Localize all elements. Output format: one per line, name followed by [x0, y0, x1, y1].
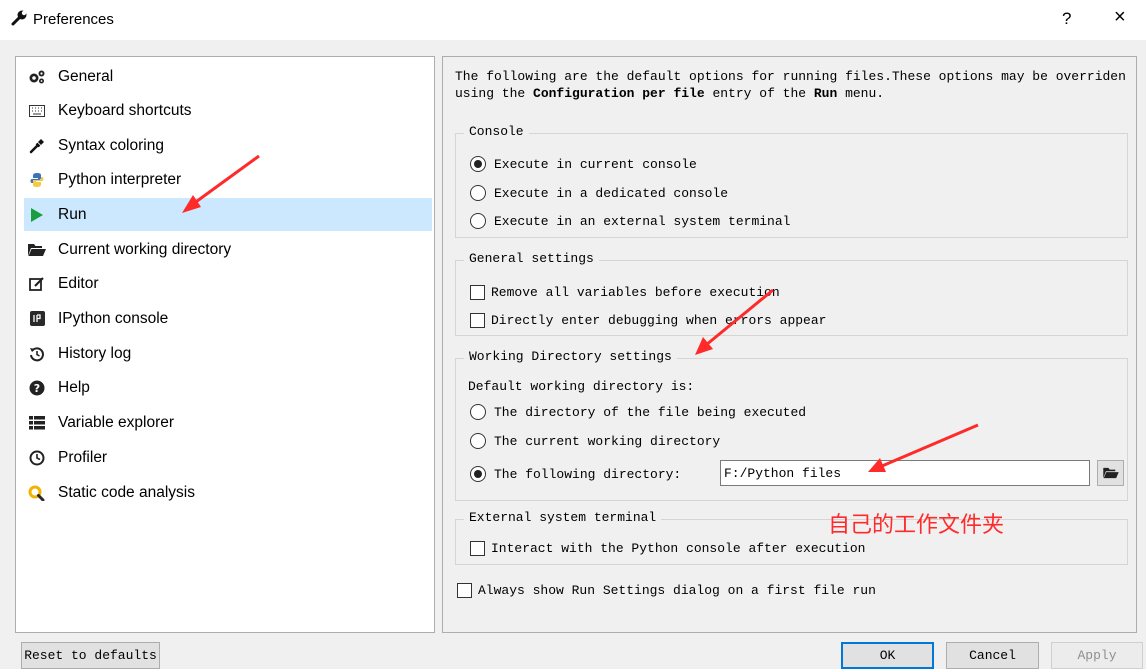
- svg-text:?: ?: [34, 382, 40, 395]
- sidebar-item-syntax-coloring[interactable]: Syntax coloring: [24, 129, 432, 162]
- interact-console-label: Interact with the Python console after e…: [491, 541, 866, 556]
- magnifier-icon: [28, 484, 46, 502]
- python-icon: [28, 171, 46, 189]
- run-description: The following are the default options fo…: [455, 68, 1135, 102]
- sidebar-item-variable-explorer[interactable]: Variable explorer: [24, 406, 432, 439]
- console-group: Console Execute in current console Execu…: [455, 124, 1128, 238]
- file-directory-radio[interactable]: [470, 404, 486, 420]
- sidebar-item-general[interactable]: General: [24, 60, 432, 93]
- folder-open-icon: [1102, 467, 1119, 479]
- working-directory-path-input[interactable]: F:/Python files: [720, 460, 1090, 486]
- execute-dedicated-console-label: Execute in a dedicated console: [494, 186, 729, 201]
- question-circle-icon: ?: [28, 379, 46, 397]
- remove-variables-label: Remove all variables before execution: [491, 285, 780, 300]
- description-line-1: The following are the default options fo…: [455, 69, 1126, 84]
- sidebar-item-label: Profiler: [58, 448, 108, 466]
- eyedropper-icon: [28, 137, 46, 155]
- debug-on-error-checkbox[interactable]: [470, 313, 485, 328]
- working-directory-title: Working Directory settings: [464, 349, 677, 364]
- external-terminal-title: External system terminal: [464, 510, 662, 525]
- interact-console-checkbox[interactable]: [470, 541, 485, 556]
- execute-current-console-radio[interactable]: [470, 156, 486, 172]
- following-directory-label: The following directory:: [494, 467, 682, 482]
- sidebar-item-static-code-analysis[interactable]: Static code analysis: [24, 476, 432, 509]
- sidebar-item-label: General: [58, 67, 114, 85]
- sidebar-item-run[interactable]: Run: [24, 198, 432, 231]
- sidebar-item-label: IPython console: [58, 309, 169, 327]
- remove-variables-checkbox[interactable]: [470, 285, 485, 300]
- sidebar-item-keyboard-shortcuts[interactable]: Keyboard shortcuts: [24, 94, 432, 127]
- preferences-sidebar: General Keyboard shortcuts Syntax colori…: [15, 56, 435, 633]
- sidebar-item-help[interactable]: ? Help: [24, 371, 432, 404]
- always-show-run-settings-checkbox[interactable]: [457, 583, 472, 598]
- edit-icon: [28, 275, 46, 293]
- gears-icon: [28, 68, 46, 86]
- close-button[interactable]: ×: [1114, 6, 1126, 29]
- ok-button[interactable]: OK: [841, 642, 934, 669]
- sidebar-item-label: Variable explorer: [58, 413, 175, 431]
- general-settings-group: General settings Remove all variables be…: [455, 251, 1128, 336]
- table-list-icon: [28, 414, 46, 432]
- wrench-icon: [11, 10, 27, 26]
- sidebar-item-label: Run: [58, 205, 87, 223]
- play-icon: [28, 206, 46, 224]
- cancel-button[interactable]: Cancel: [946, 642, 1039, 669]
- sidebar-item-label: Help: [58, 378, 90, 396]
- history-icon: [28, 345, 46, 363]
- sidebar-item-label: Python interpreter: [58, 170, 182, 188]
- sidebar-item-python-interpreter[interactable]: Python interpreter: [24, 163, 432, 196]
- sidebar-item-current-working-directory[interactable]: Current working directory: [24, 233, 432, 266]
- ipython-icon: [28, 310, 46, 328]
- sidebar-item-editor[interactable]: Editor: [24, 267, 432, 300]
- sidebar-item-profiler[interactable]: Profiler: [24, 441, 432, 474]
- apply-button[interactable]: Apply: [1051, 642, 1143, 669]
- sidebar-item-history-log[interactable]: History log: [24, 337, 432, 370]
- always-show-run-settings-label: Always show Run Settings dialog on a fir…: [478, 583, 876, 598]
- description-line-2: using the Configuration per file entry o…: [455, 86, 885, 101]
- console-group-title: Console: [464, 124, 529, 139]
- sidebar-item-ipython-console[interactable]: IPython console: [24, 302, 432, 335]
- sidebar-item-label: Keyboard shortcuts: [58, 101, 192, 119]
- clock-icon: [28, 449, 46, 467]
- title-bar: Preferences ? ×: [0, 0, 1146, 40]
- execute-external-terminal-label: Execute in an external system terminal: [494, 214, 791, 229]
- execute-external-terminal-radio[interactable]: [470, 213, 486, 229]
- sidebar-item-label: Editor: [58, 274, 99, 292]
- keyboard-icon: [28, 102, 46, 120]
- working-directory-subtitle: Default working directory is:: [468, 379, 695, 394]
- file-directory-label: The directory of the file being executed: [494, 405, 807, 420]
- working-directory-group: Working Directory settings Default worki…: [455, 349, 1128, 501]
- general-settings-title: General settings: [464, 251, 599, 266]
- external-terminal-group: External system terminal Interact with t…: [455, 510, 1128, 565]
- following-directory-radio[interactable]: [470, 466, 486, 482]
- current-directory-label: The current working directory: [494, 434, 721, 449]
- execute-dedicated-console-radio[interactable]: [470, 185, 486, 201]
- help-button[interactable]: ?: [1062, 9, 1071, 29]
- window-title: Preferences: [33, 11, 114, 28]
- reset-to-defaults-button[interactable]: Reset to defaults: [21, 642, 160, 669]
- browse-directory-button[interactable]: [1097, 460, 1124, 486]
- execute-current-console-label: Execute in current console: [494, 157, 697, 172]
- folder-open-icon: [28, 241, 46, 259]
- current-directory-radio[interactable]: [470, 433, 486, 449]
- sidebar-item-label: History log: [58, 344, 132, 362]
- debug-on-error-label: Directly enter debugging when errors app…: [491, 313, 827, 328]
- sidebar-item-label: Current working directory: [58, 240, 232, 258]
- run-settings-panel: The following are the default options fo…: [442, 56, 1137, 633]
- sidebar-item-label: Syntax coloring: [58, 136, 164, 154]
- sidebar-item-label: Static code analysis: [58, 483, 195, 501]
